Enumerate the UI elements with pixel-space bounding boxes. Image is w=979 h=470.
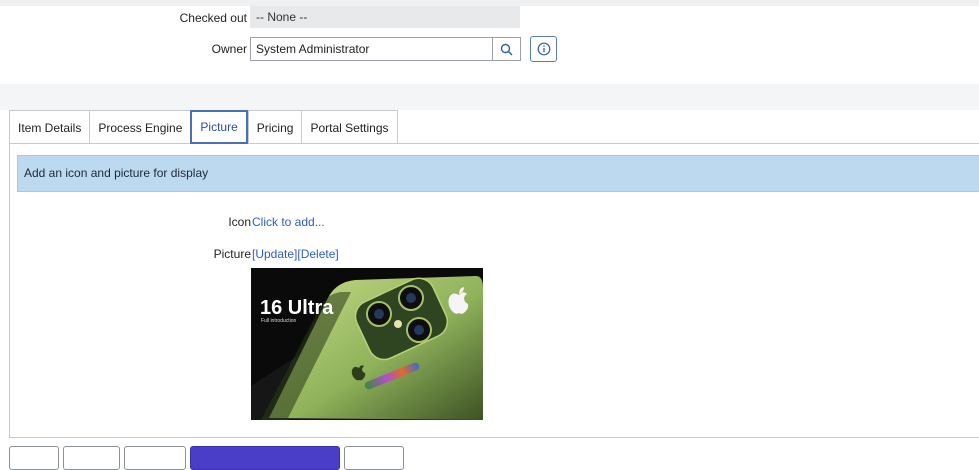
tab-section: Item Details Process Engine Picture Pric… [9, 110, 979, 438]
form-action-buttons [9, 446, 404, 470]
owner-label: Owner [211, 42, 247, 56]
tab-item-details[interactable]: Item Details [9, 110, 90, 144]
section-divider [0, 84, 979, 110]
picture-update-link[interactable]: [Update] [252, 247, 297, 261]
checked-out-field: -- None -- [250, 6, 520, 28]
owner-input[interactable]: System Administrator [250, 37, 493, 61]
picture-label: Picture [213, 247, 251, 261]
info-icon [537, 42, 550, 56]
picture-delete-link[interactable]: [Delete] [297, 247, 338, 261]
form-button-5[interactable] [344, 446, 404, 470]
tab-portal-settings[interactable]: Portal Settings [301, 110, 398, 144]
phone-picture: 16 Ultra Full introduction [251, 268, 483, 420]
icon-add-link[interactable]: Click to add... [252, 215, 325, 229]
owner-info-button[interactable] [530, 36, 557, 62]
image-title: 16 Ultra [260, 297, 334, 319]
catalog-picture: 16 Ultra Full introduction [251, 268, 483, 420]
form-button-3[interactable] [124, 446, 186, 470]
tab-process-engine[interactable]: Process Engine [89, 110, 191, 144]
form-button-1[interactable] [9, 446, 59, 470]
checked-out-row: Checked out -- None -- [0, 5, 979, 31]
picture-tab-panel: Add an icon and picture for display Icon… [9, 143, 979, 438]
form-button-primary[interactable] [190, 446, 340, 470]
info-banner: Add an icon and picture for display [17, 155, 979, 192]
checked-out-label: Checked out [179, 11, 247, 25]
tab-pricing[interactable]: Pricing [247, 110, 302, 144]
tab-bar: Item Details Process Engine Picture Pric… [9, 110, 398, 144]
owner-row: Owner System Administrator [0, 36, 979, 62]
form-button-2[interactable] [63, 446, 120, 470]
image-subtitle: Full introduction [261, 318, 297, 324]
search-icon [500, 43, 513, 55]
icon-label: Icon [228, 215, 251, 229]
picture-actions: [Update][Delete] [252, 247, 339, 261]
owner-lookup-button[interactable] [492, 37, 521, 61]
tab-picture[interactable]: Picture [190, 110, 248, 144]
